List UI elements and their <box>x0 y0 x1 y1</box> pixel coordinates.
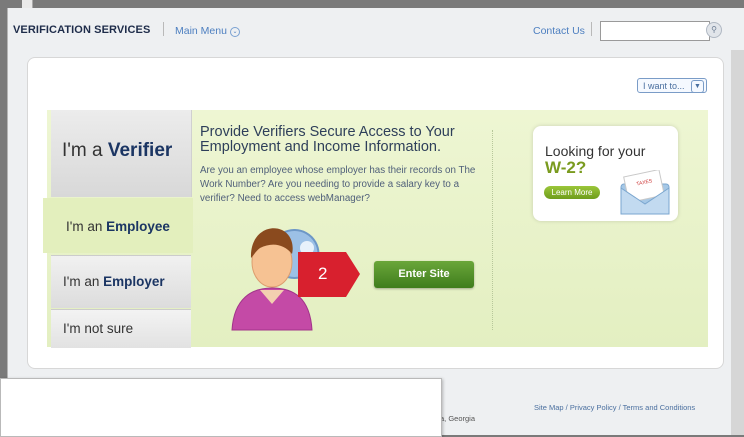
tab-employer[interactable]: I'm an Employer <box>51 255 191 308</box>
main-menu-link[interactable]: Main Menu ⌄ <box>175 25 240 37</box>
w2-card-line1: Looking for your <box>545 143 646 159</box>
tab-verifier-bold: Verifier <box>107 140 173 161</box>
search-icon[interactable]: ⚲ <box>706 22 722 38</box>
overlay-popup <box>0 378 442 437</box>
window-tab <box>22 0 33 8</box>
tab-employee-prefix: I'm an <box>66 219 107 234</box>
tab-not-sure-label: I'm not sure <box>63 321 134 336</box>
enter-site-button[interactable]: Enter Site <box>374 261 474 288</box>
content-description: Are you an employee whose employer has t… <box>200 165 476 204</box>
tab-not-sure[interactable]: I'm not sure <box>51 309 191 348</box>
main-menu-label: Main Menu <box>175 25 227 37</box>
chevron-down-icon: ⌄ <box>229 27 240 37</box>
footer-location-text: a, Georgia <box>440 414 476 423</box>
search-input[interactable] <box>600 21 710 41</box>
tab-employer-label: I'm an Employer <box>63 274 165 289</box>
page-edge-shadow <box>731 50 744 435</box>
tab-verifier-label: I'm a Verifier <box>62 140 172 162</box>
learn-more-button[interactable]: Learn More <box>544 186 600 199</box>
step-callout <box>298 252 360 297</box>
i-want-to-dropdown[interactable]: I want to... ▼ <box>637 78 707 93</box>
tab-employer-bold: Employer <box>103 274 165 289</box>
dropdown-arrow-icon: ▼ <box>691 80 704 93</box>
footer-links[interactable]: Site Map / Privacy Policy / Terms and Co… <box>534 403 695 412</box>
tab-verifier[interactable]: I'm a Verifier <box>51 110 192 197</box>
brand-title: VERIFICATION SERVICES <box>13 24 151 36</box>
content-headline: Provide Verifiers Secure Access to Your … <box>200 124 455 155</box>
tab-employee-label: I'm an Employee <box>66 219 170 234</box>
envelope-icon: TAXES <box>620 170 670 215</box>
content-divider <box>492 130 494 330</box>
tab-verifier-prefix: I'm a <box>62 140 108 161</box>
header-separator <box>163 22 164 36</box>
window-top-strip <box>0 0 744 8</box>
w2-card[interactable]: Looking for your W-2? Learn More TAXES <box>533 126 678 221</box>
w2-card-line2: W-2? <box>545 158 587 177</box>
tab-employee[interactable]: I'm an Employee <box>43 198 193 253</box>
i-want-to-label: I want to... <box>643 81 685 91</box>
contact-us-link[interactable]: Contact Us <box>533 25 585 37</box>
step-callout-number: 2 <box>318 264 328 283</box>
header-separator-2 <box>591 22 592 36</box>
tab-employee-bold: Employee <box>106 219 170 234</box>
tab-employer-prefix: I'm an <box>63 274 104 289</box>
